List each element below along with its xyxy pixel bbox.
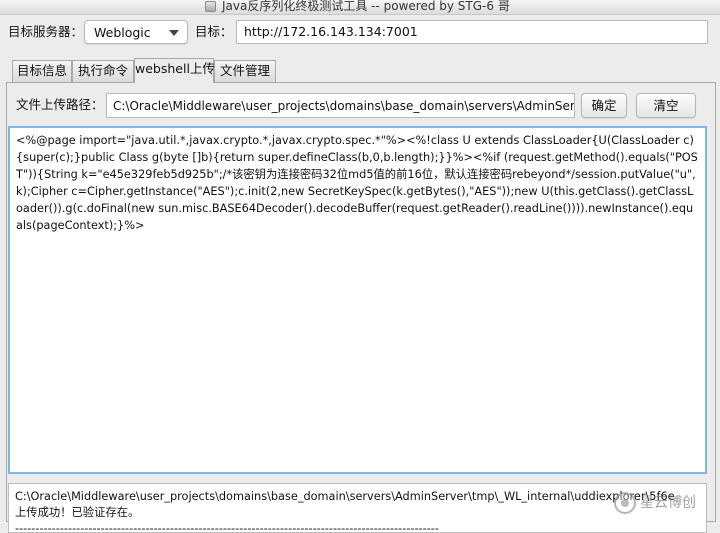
tab-target-info[interactable]: 目标信息 [12, 60, 72, 82]
clear-button[interactable]: 清空 [636, 93, 696, 118]
app-icon [205, 1, 216, 12]
confirm-button[interactable]: 确定 [581, 93, 627, 118]
watermark-text: 星云博创 [640, 495, 696, 511]
tab-file-manager[interactable]: 文件管理 [214, 60, 276, 82]
webshell-code-editor[interactable]: <%@page import="java.util.*,javax.crypto… [8, 126, 707, 474]
window-titlebar: Java反序列化终极测试工具 -- powered by STG-6 哥 [0, 0, 720, 15]
watermark-logo-icon [614, 492, 636, 514]
tab-execute-command[interactable]: 执行命令 [72, 60, 134, 82]
log-line-status: 上传成功！已验证存在。 [15, 506, 140, 519]
watermark: 星云博创 [614, 484, 714, 524]
server-label: 目标服务器： [8, 24, 84, 39]
tab-webshell-upload[interactable]: webshell上传 [134, 58, 215, 83]
upload-path-input[interactable]: C:\Oracle\Middleware\user_projects\domai… [106, 93, 575, 118]
log-line-path: C:\Oracle\Middleware\user_projects\domai… [15, 490, 675, 503]
window-title: Java反序列化终极测试工具 -- powered by STG-6 哥 [222, 0, 510, 13]
target-url-input[interactable]: http://172.16.143.134:7001 [236, 20, 708, 44]
upload-path-label: 文件上传路径： [16, 97, 104, 112]
server-select[interactable]: Weblogic [84, 20, 188, 44]
chevron-down-icon [169, 30, 179, 36]
server-select-value: Weblogic [94, 25, 151, 40]
log-line-separator: ----------------------------------------… [15, 522, 439, 533]
target-label: 目标： [195, 24, 233, 39]
